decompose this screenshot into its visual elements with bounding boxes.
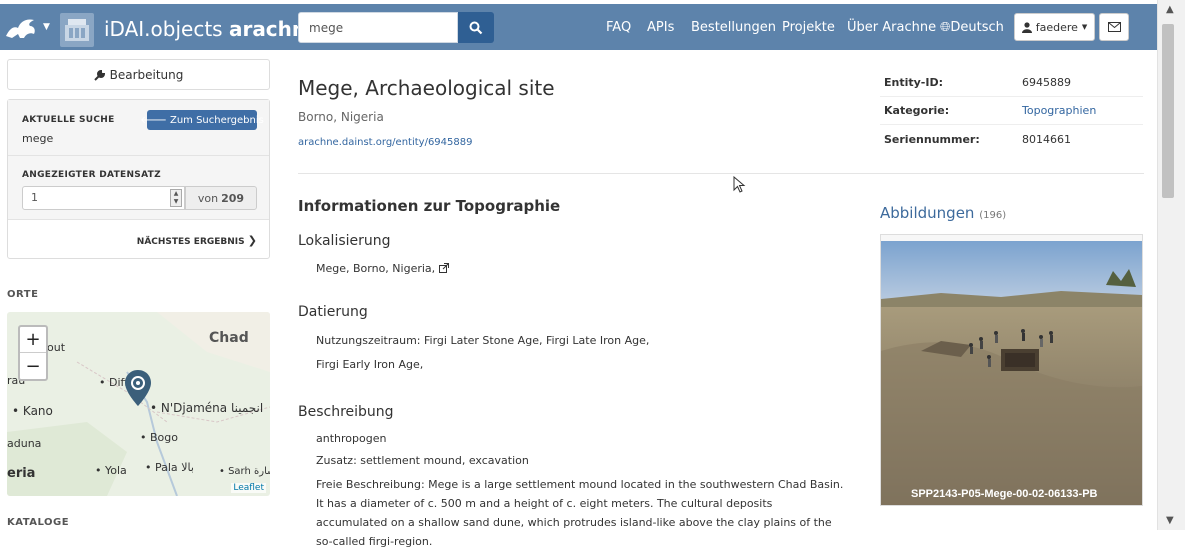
arrow-left-icon: 🡐 xyxy=(140,115,167,126)
excavation-photo: SPP2143-P05-Mege-00-02-06133-PB xyxy=(881,241,1142,505)
record-total: von 209 xyxy=(185,186,257,210)
griffin-logo-icon[interactable] xyxy=(4,14,40,42)
lokalisierung-value: Mege, Borno, Nigeria, xyxy=(316,262,449,275)
nav-link-bestellungen[interactable]: Bestellungen xyxy=(691,20,776,35)
meta-key: Seriennummer: xyxy=(884,132,980,146)
search-input[interactable] xyxy=(298,12,458,43)
category-link[interactable]: Topographien xyxy=(1022,104,1096,117)
top-navbar: ▼ iDAI.objects arachne FAQ APIs Bestellu… xyxy=(0,4,1157,50)
chevron-down-icon: ▼ xyxy=(1081,23,1088,31)
datierung-line-2: Firgi Early Iron Age, xyxy=(316,358,424,371)
current-search-value: mege xyxy=(22,132,54,145)
map-marker-icon[interactable] xyxy=(124,369,152,407)
nav-link-ueber-arachne[interactable]: Über Arachne xyxy=(847,20,936,35)
globe-icon: 🌐︎ xyxy=(940,20,951,35)
record-number-input[interactable]: 1 ▲ ▼ xyxy=(22,186,185,210)
shown-record-label: ANGEZEIGTER DATENSATZ xyxy=(22,170,161,180)
catalogs-heading: KATALOGE xyxy=(7,517,70,528)
photo-caption: SPP2143-P05-Mege-00-02-06133-PB xyxy=(911,488,1098,500)
logo-dropdown-caret-icon[interactable]: ▼ xyxy=(43,22,50,32)
page-title: Mege, Archaeological site xyxy=(298,76,555,100)
nav-link-faq[interactable]: FAQ xyxy=(606,20,631,35)
places-heading: ORTE xyxy=(7,289,39,300)
to-search-results-label: Zum Suchergebnis xyxy=(169,114,264,126)
image-thumbnail[interactable]: SPP2143-P05-Mege-00-02-06133-PB xyxy=(880,234,1143,506)
brand-title[interactable]: iDAI.objects arachne xyxy=(104,17,320,41)
edit-button-label: Bearbeitung xyxy=(109,67,184,82)
zoom-out-button[interactable]: − xyxy=(20,353,46,379)
datierung-line-1: Nutzungszeitraum: Firgi Later Stone Age,… xyxy=(316,334,650,347)
beschreibung-line-2: Zusatz: settlement mound, excavation xyxy=(316,454,529,467)
entity-meta-table: Entity-ID: 6945889 Kategorie: Topographi… xyxy=(880,69,1143,153)
scroll-up-arrow-icon[interactable]: ▲ xyxy=(1166,4,1174,15)
envelope-icon xyxy=(1107,22,1121,32)
record-number-spinner[interactable]: ▲ ▼ xyxy=(170,189,182,207)
wrench-icon xyxy=(93,69,105,81)
mouse-cursor-icon xyxy=(733,176,746,193)
search-context-panel: AKTUELLE SUCHE mege 🡐 Zum Suchergebnis A… xyxy=(7,99,270,259)
map-label-kano: • Kano xyxy=(12,404,53,418)
current-search-section: AKTUELLE SUCHE mege 🡐 Zum Suchergebnis xyxy=(8,100,269,156)
page-scrollbar[interactable]: ▲ ▼ xyxy=(1157,0,1185,530)
places-map[interactable]: Chad out rau • Diff • Kano • N'Djaména ا… xyxy=(7,312,270,496)
edit-button[interactable]: Bearbeitung xyxy=(7,59,270,90)
zoom-in-button[interactable]: + xyxy=(20,327,46,353)
scroll-down-arrow-icon[interactable]: ▼ xyxy=(1166,515,1174,526)
chevron-right-icon: ❯ xyxy=(247,234,257,247)
datierung-heading: Datierung xyxy=(298,304,368,320)
beschreibung-paragraph: Freie Beschreibung: Mege is a large sett… xyxy=(316,478,844,548)
current-search-label: AKTUELLE SUCHE xyxy=(22,115,115,125)
map-label-ndjamena: • N'Djaména انجمينا xyxy=(150,401,264,415)
meta-key: Entity-ID: xyxy=(884,76,943,89)
meta-row-entity-id: Entity-ID: 6945889 xyxy=(880,69,1143,97)
map-label-eria: eria xyxy=(7,466,36,481)
search-icon xyxy=(469,21,483,34)
section-title: Informationen zur Topographie xyxy=(298,197,561,215)
next-result-label: NÄCHSTES ERGEBNIS xyxy=(136,237,245,247)
images-count: (196) xyxy=(979,210,1007,221)
map-label-bogo: • Bogo xyxy=(140,431,178,444)
search-button[interactable] xyxy=(458,12,494,43)
language-selector[interactable]: 🌐︎Deutsch xyxy=(940,20,1004,35)
map-label-chad: Chad xyxy=(209,330,249,346)
to-search-results-button[interactable]: 🡐 Zum Suchergebnis xyxy=(140,110,264,130)
map-label-yola: • Yola xyxy=(95,464,127,477)
beschreibung-line-1: anthropogen xyxy=(316,432,387,445)
nav-link-apis[interactable]: APIs xyxy=(647,20,674,35)
meta-value: 6945889 xyxy=(1022,76,1071,89)
nav-link-projekte[interactable]: Projekte xyxy=(782,20,835,35)
external-link-icon[interactable] xyxy=(438,263,449,273)
von-label: von xyxy=(197,191,219,205)
user-menu-button[interactable]: faedere ▼ xyxy=(1014,13,1095,41)
map-label-out: out xyxy=(47,341,66,354)
images-heading[interactable]: Abbildungen (196) xyxy=(880,204,1006,222)
mail-button[interactable] xyxy=(1099,13,1129,41)
building-logo-icon[interactable] xyxy=(60,13,94,47)
meta-key: Kategorie: xyxy=(884,104,950,117)
scroll-thumb[interactable] xyxy=(1162,24,1174,198)
shown-record-section: ANGEZEIGTER DATENSATZ 1 ▲ ▼ von 209 xyxy=(8,156,269,220)
user-icon xyxy=(1021,21,1032,33)
entity-permalink[interactable]: arachne.dainst.org/entity/6945889 xyxy=(298,137,472,148)
images-heading-label: Abbildungen xyxy=(880,204,975,222)
map-label-pala: • Pala بالا xyxy=(145,461,194,474)
map-zoom-control: + − xyxy=(18,325,48,381)
next-result-link[interactable]: NÄCHSTES ERGEBNIS ❯ xyxy=(137,234,257,247)
meta-row-kategorie: Kategorie: Topographien xyxy=(880,97,1143,125)
user-name: faedere xyxy=(1035,20,1078,34)
map-label-aduna: aduna xyxy=(7,437,42,450)
meta-value: 8014661 xyxy=(1022,132,1071,146)
leaflet-attribution-link[interactable]: Leaflet xyxy=(231,483,266,493)
record-number-value: 1 xyxy=(31,191,38,204)
map-label-sarh: • Sarh سارة xyxy=(219,466,270,477)
beschreibung-heading: Beschreibung xyxy=(298,404,394,420)
total-count: 209 xyxy=(221,191,245,205)
meta-row-seriennummer: Seriennummer: 8014661 xyxy=(880,125,1143,153)
entity-location: Borno, Nigeria xyxy=(298,110,384,124)
header-divider xyxy=(298,173,1144,174)
lokalisierung-heading: Lokalisierung xyxy=(298,233,391,249)
